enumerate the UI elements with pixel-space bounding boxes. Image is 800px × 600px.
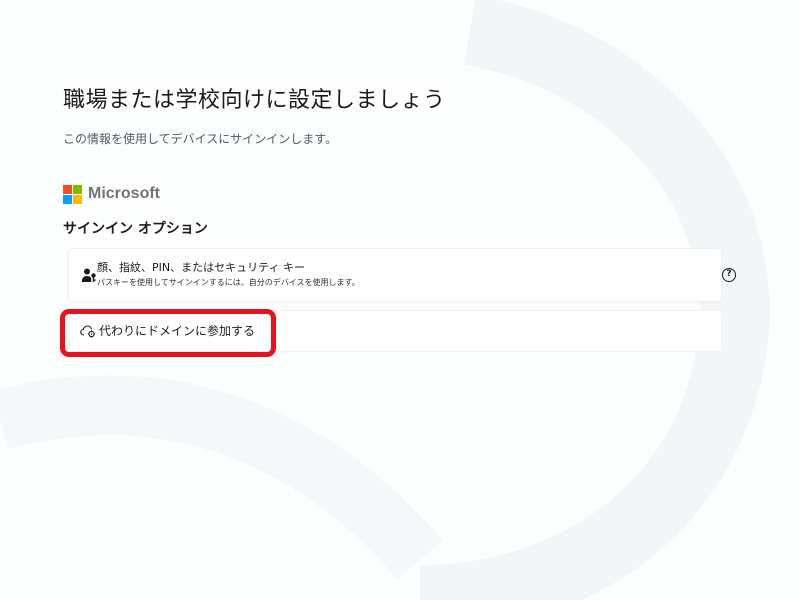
microsoft-brand: Microsoft — [63, 184, 160, 204]
domain-join-label: 代わりにドメインに参加する — [99, 324, 256, 338]
microsoft-logo-icon — [63, 184, 82, 204]
page-title: 職場または学校向けに設定しましょう — [63, 88, 446, 113]
help-icon[interactable]: ? — [722, 268, 736, 282]
signin-option-passkey[interactable]: 顔、指紋、PIN、またはセキュリティ キー パスキーを使用してサインインするには… — [68, 248, 736, 302]
person-key-icon — [81, 268, 96, 282]
signin-options-heading: サインイン オプション — [63, 221, 208, 237]
page-subtitle: この情報を使用してデバイスにサインインします。 — [63, 132, 338, 146]
logo-square-green — [73, 184, 82, 194]
logo-square-red — [63, 184, 72, 194]
cloud-gear-icon — [80, 324, 96, 338]
signin-option-description: パスキーを使用してサインインするには、自分のデバイスを使用します。 — [97, 278, 360, 287]
signin-option-label: 顔、指紋、PIN、またはセキュリティ キー — [97, 261, 305, 274]
oobe-page: 職場または学校向けに設定しましょう この情報を使用してデバイスにサインインします… — [0, 0, 800, 600]
logo-square-blue — [63, 194, 72, 204]
signin-option-text: 顔、指紋、PIN、またはセキュリティ キー パスキーを使用してサインインするには… — [97, 261, 360, 289]
logo-square-yellow — [73, 194, 82, 204]
brand-name: Microsoft — [88, 185, 160, 202]
domain-join-link[interactable]: 代わりにドメインに参加する — [80, 322, 255, 339]
